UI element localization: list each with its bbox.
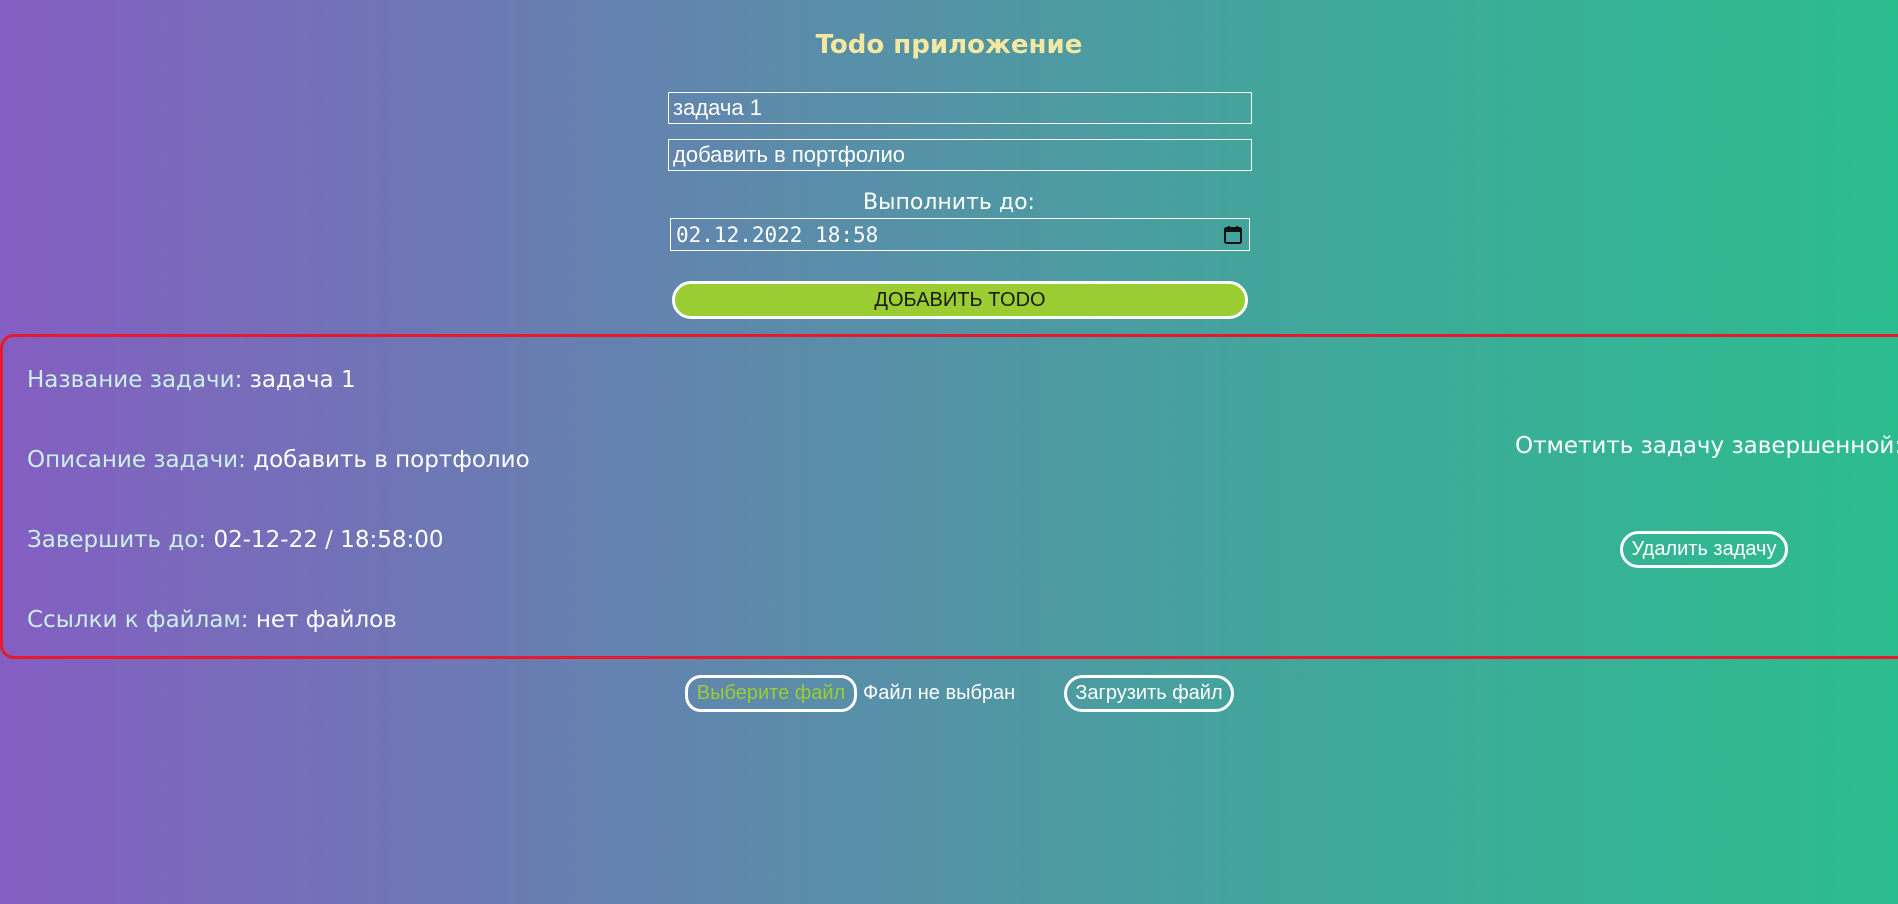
calendar-icon[interactable]: [1223, 225, 1243, 245]
todo-deadline-value: 02-12-22 / 18:58:00: [213, 527, 444, 553]
app-title: Todo приложение: [815, 30, 1083, 60]
todo-deadline-label: Завершить до:: [27, 527, 207, 553]
add-todo-button[interactable]: ДОБАВИТЬ TODO: [672, 281, 1248, 319]
todo-title-row: Название задачи: задача 1: [27, 367, 356, 393]
todo-title-value: задача 1: [249, 367, 356, 393]
deadline-datetime-value: 02.12.2022 18:58: [676, 222, 879, 247]
upload-file-button[interactable]: Загрузить файл: [1064, 675, 1234, 712]
todo-description-input[interactable]: [668, 139, 1252, 171]
todo-files-row: Ссылки к файлам: нет файлов: [27, 607, 397, 633]
todo-title-label: Название задачи:: [27, 367, 243, 393]
todo-deadline-row: Завершить до: 02-12-22 / 18:58:00: [27, 527, 444, 553]
file-status-text: Файл не выбран: [863, 682, 1016, 704]
deadline-datetime-input[interactable]: 02.12.2022 18:58: [670, 218, 1250, 251]
todo-title-input[interactable]: [668, 92, 1252, 124]
todo-files-value: нет файлов: [255, 607, 397, 633]
choose-file-button[interactable]: Выберите файл: [685, 675, 857, 712]
todo-description-value: добавить в портфолио: [253, 447, 530, 473]
todo-files-label: Ссылки к файлам:: [27, 607, 249, 633]
complete-task-label: Отметить задачу завершенной:: [1515, 433, 1898, 459]
delete-task-button[interactable]: Удалить задачу: [1620, 531, 1788, 568]
todo-description-row: Описание задачи: добавить в портфолио: [27, 447, 530, 473]
todo-card: Название задачи: задача 1 Описание задач…: [0, 334, 1898, 659]
deadline-label: Выполнить до:: [863, 190, 1035, 215]
todo-description-label: Описание задачи:: [27, 447, 246, 473]
complete-task-row: Отметить задачу завершенной:: [1515, 433, 1898, 459]
